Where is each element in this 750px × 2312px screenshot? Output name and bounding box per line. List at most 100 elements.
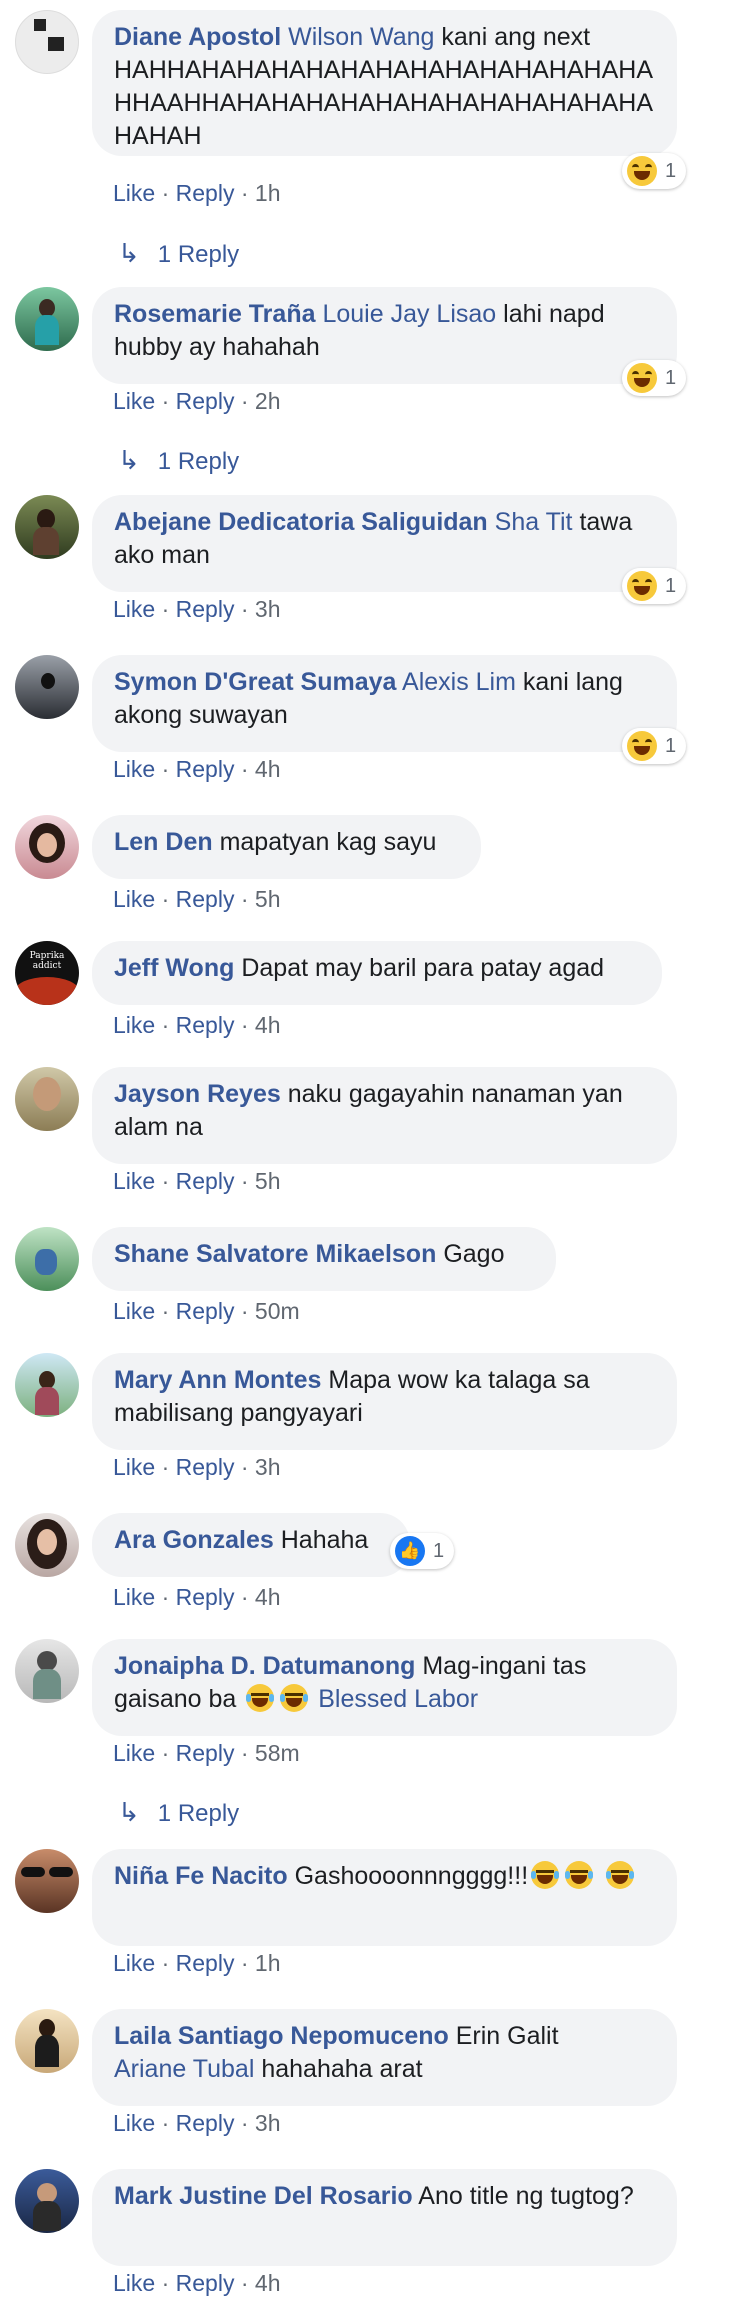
- tagged-user[interactable]: Sha Tit: [495, 508, 573, 536]
- comment-author[interactable]: Len Den: [114, 828, 213, 856]
- comment-author[interactable]: Mary Ann Montes: [114, 1366, 321, 1394]
- reaction-summary[interactable]: 1: [622, 568, 687, 604]
- comment-author[interactable]: Abejane Dedicatoria Saliguidan: [114, 508, 488, 536]
- replies-count: 1 Reply: [157, 1800, 240, 1827]
- comment-author[interactable]: Ara Gonzales: [114, 1526, 274, 1554]
- avatar[interactable]: Paprika addict: [15, 941, 79, 1005]
- like-button[interactable]: Like: [113, 1950, 155, 1976]
- reply-button[interactable]: Reply: [176, 1168, 235, 1194]
- reply-button[interactable]: Reply: [176, 1950, 235, 1976]
- avatar[interactable]: [15, 495, 79, 559]
- comment-bubble: Len Den mapatyan kag sayu: [92, 815, 481, 879]
- replies-count: 1 Reply: [157, 241, 240, 268]
- comment-author[interactable]: Jayson Reyes: [114, 1080, 281, 1108]
- like-button[interactable]: Like: [113, 886, 155, 912]
- reply-button[interactable]: Reply: [176, 1454, 235, 1480]
- comment-author[interactable]: Laila Santiago Nepomuceno: [114, 2022, 449, 2050]
- timestamp[interactable]: 58m: [255, 1740, 300, 1766]
- comment-author[interactable]: Symon D'Great Sumaya: [114, 668, 396, 696]
- like-button[interactable]: Like: [113, 1584, 155, 1610]
- reply-button[interactable]: Reply: [176, 388, 235, 414]
- timestamp[interactable]: 5h: [255, 886, 281, 912]
- avatar[interactable]: [15, 1639, 79, 1703]
- avatar[interactable]: [15, 2169, 79, 2233]
- reply-button[interactable]: Reply: [176, 756, 235, 782]
- view-replies-link[interactable]: ↳ 1 Reply: [118, 1797, 239, 1828]
- timestamp[interactable]: 4h: [255, 2270, 281, 2296]
- comment-actions: Like · Reply · 1h: [113, 1950, 281, 1977]
- reply-button[interactable]: Reply: [176, 1584, 235, 1610]
- like-button[interactable]: Like: [113, 2270, 155, 2296]
- timestamp[interactable]: 5h: [255, 1168, 281, 1194]
- like-button[interactable]: Like: [113, 1298, 155, 1324]
- avatar[interactable]: [15, 1353, 79, 1417]
- separator: ·: [234, 1454, 255, 1480]
- like-button[interactable]: Like: [113, 180, 155, 206]
- joy-emoji-icon: [246, 1684, 275, 1712]
- reaction-summary[interactable]: 1: [622, 728, 687, 764]
- avatar[interactable]: [15, 287, 79, 351]
- separator: ·: [155, 1168, 176, 1194]
- tagged-user[interactable]: Alexis Lim: [402, 668, 516, 696]
- timestamp[interactable]: 3h: [255, 596, 281, 622]
- timestamp[interactable]: 3h: [255, 1454, 281, 1480]
- timestamp[interactable]: 1h: [255, 1950, 281, 1976]
- reaction-summary[interactable]: 1: [622, 153, 687, 189]
- comment-actions: Like · Reply · 3h: [113, 596, 281, 623]
- timestamp[interactable]: 4h: [255, 1584, 281, 1610]
- comment-author[interactable]: Diane Apostol: [114, 23, 281, 51]
- comment-author[interactable]: Jonaipha D. Datumanong: [114, 1652, 415, 1680]
- reaction-summary[interactable]: 1: [622, 360, 687, 396]
- like-button[interactable]: Like: [113, 596, 155, 622]
- reply-button[interactable]: Reply: [176, 886, 235, 912]
- like-button[interactable]: Like: [113, 1012, 155, 1038]
- reply-button[interactable]: Reply: [176, 1012, 235, 1038]
- reply-button[interactable]: Reply: [176, 1298, 235, 1324]
- reply-arrow-icon: ↳: [118, 238, 140, 268]
- comment-author[interactable]: Shane Salvatore Mikaelson: [114, 1240, 436, 1268]
- comment-bubble: Diane Apostol Wilson Wang kani ang next …: [92, 10, 677, 156]
- timestamp[interactable]: 4h: [255, 756, 281, 782]
- like-button[interactable]: Like: [113, 756, 155, 782]
- view-replies-link[interactable]: ↳ 1 Reply: [118, 445, 239, 476]
- avatar[interactable]: [15, 2009, 79, 2073]
- like-button[interactable]: Like: [113, 2110, 155, 2136]
- tagged-user[interactable]: Louie Jay Lisao: [322, 300, 496, 328]
- tagged-user[interactable]: Blessed Labor: [318, 1685, 478, 1713]
- comment-author[interactable]: Niña Fe Nacito: [114, 1862, 288, 1890]
- reaction-count: 1: [665, 734, 677, 757]
- comment-author[interactable]: Rosemarie Traña: [114, 300, 316, 328]
- like-button[interactable]: Like: [113, 1740, 155, 1766]
- comment-author[interactable]: Mark Justine Del Rosario: [114, 2182, 413, 2210]
- like-button[interactable]: Like: [113, 1454, 155, 1480]
- like-button[interactable]: Like: [113, 1168, 155, 1194]
- comment-author[interactable]: Jeff Wong: [114, 954, 234, 982]
- avatar[interactable]: [15, 655, 79, 719]
- reply-button[interactable]: Reply: [176, 596, 235, 622]
- reply-button[interactable]: Reply: [176, 2270, 235, 2296]
- joy-emoji-icon: [565, 1861, 594, 1889]
- timestamp[interactable]: 50m: [255, 1298, 300, 1324]
- avatar[interactable]: [15, 1227, 79, 1291]
- view-replies-link[interactable]: ↳ 1 Reply: [118, 238, 239, 269]
- timestamp[interactable]: 4h: [255, 1012, 281, 1038]
- avatar[interactable]: [15, 1067, 79, 1131]
- tagged-user[interactable]: Ariane Tubal: [114, 2055, 254, 2083]
- avatar[interactable]: [15, 10, 79, 74]
- tagged-user[interactable]: Wilson Wang: [288, 23, 434, 51]
- comment-text: Erin Galit: [455, 2022, 559, 2050]
- reply-button[interactable]: Reply: [176, 180, 235, 206]
- avatar[interactable]: [15, 815, 79, 879]
- avatar[interactable]: [15, 1849, 79, 1913]
- reaction-summary[interactable]: 👍 1: [390, 1533, 455, 1569]
- avatar[interactable]: [15, 1513, 79, 1577]
- comment-actions: Like · Reply · 4h: [113, 2270, 281, 2297]
- reply-button[interactable]: Reply: [176, 2110, 235, 2136]
- reaction-count: 1: [433, 1539, 445, 1562]
- timestamp[interactable]: 1h: [255, 180, 281, 206]
- timestamp[interactable]: 2h: [255, 388, 281, 414]
- like-button[interactable]: Like: [113, 388, 155, 414]
- timestamp[interactable]: 3h: [255, 2110, 281, 2136]
- separator: ·: [234, 388, 255, 414]
- reply-button[interactable]: Reply: [176, 1740, 235, 1766]
